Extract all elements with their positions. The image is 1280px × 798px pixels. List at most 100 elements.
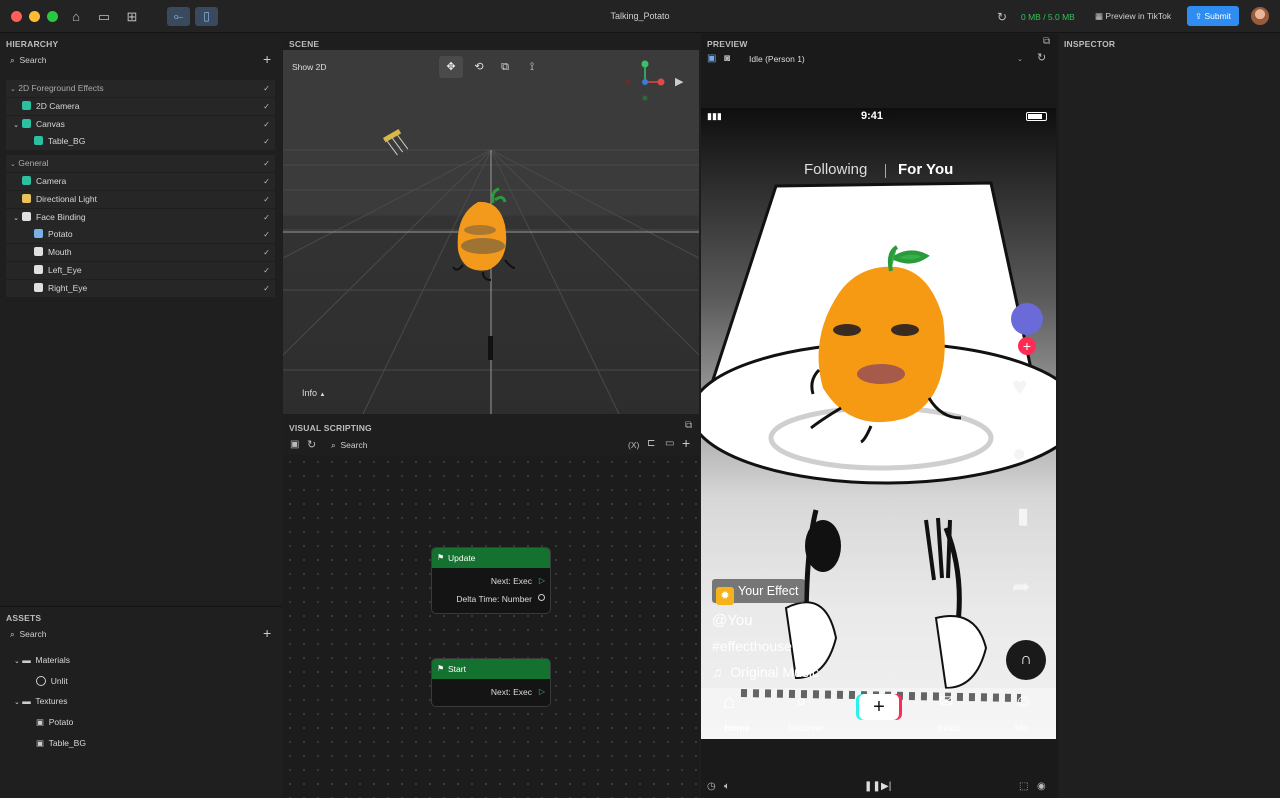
like-heart-icon[interactable]: ♥	[1012, 371, 1027, 402]
for-you-tab[interactable]: For You	[898, 161, 953, 178]
hashtag[interactable]: #effecthouse	[712, 638, 792, 654]
next-frame-icon[interactable]: ▶|	[881, 781, 891, 792]
maximize-window-button[interactable]	[47, 11, 58, 22]
add-asset-button[interactable]: +	[263, 625, 271, 641]
hierarchy-item[interactable]: Mouth ✓	[6, 244, 275, 262]
visibility-check-icon[interactable]: ✓	[263, 116, 270, 133]
visual-scripting-search[interactable]: ⌕ Search	[331, 440, 367, 451]
popout-icon[interactable]: ⧉	[685, 420, 692, 431]
camera-view-icon[interactable]: ▶	[675, 75, 683, 88]
home-icon[interactable]: ⌂	[723, 691, 735, 714]
exec-port-icon[interactable]: ▷	[539, 687, 545, 696]
transform-tool-icon[interactable]: ⟟	[522, 56, 542, 78]
hierarchy-item[interactable]: Table_BG ✓	[6, 133, 275, 151]
visibility-check-icon[interactable]: ✓	[263, 133, 270, 150]
search-icon[interactable]: ⌕	[796, 691, 807, 713]
hierarchy-item[interactable]: Right_Eye ✓	[6, 279, 275, 297]
hierarchy-search[interactable]: ⌕ Search	[10, 55, 46, 66]
visibility-check-icon[interactable]: ✓	[263, 262, 270, 279]
visibility-check-icon[interactable]: ✓	[263, 98, 270, 115]
camera-icon[interactable]: ◙	[724, 53, 730, 64]
share-icon[interactable]: ➦	[1012, 574, 1030, 600]
create-plus-button[interactable]: +	[859, 694, 899, 720]
show-2d-toggle[interactable]: Show 2D	[292, 62, 327, 72]
hierarchy-item[interactable]: Potato ✓	[6, 226, 275, 244]
visibility-check-icon[interactable]: ✓	[263, 155, 270, 172]
popout-icon[interactable]: ⧉	[1043, 36, 1050, 47]
nav-discover[interactable]: Discover	[785, 723, 827, 733]
visibility-check-icon[interactable]: ✓	[263, 209, 270, 226]
scene-viewport[interactable]: Show 2D ✥ ⟲ ⧉ ⟟ ▶ Info ▲	[283, 50, 699, 414]
pause-icon[interactable]: ❚❚	[864, 781, 881, 792]
profile-icon[interactable]: ☺	[1014, 691, 1032, 712]
asset-item[interactable]: Unlit	[36, 673, 68, 689]
record-icon[interactable]: ◉	[1037, 781, 1046, 792]
avatar[interactable]	[1251, 7, 1269, 25]
asset-item[interactable]: ▣ Potato	[36, 714, 73, 730]
speed-icon[interactable]: ◷	[707, 781, 716, 792]
hierarchy-item[interactable]: ⌄ Canvas ✓	[6, 115, 275, 133]
exec-port-icon[interactable]: ▷	[539, 576, 545, 585]
chevron-down-icon[interactable]: ⌄	[14, 699, 20, 706]
nav-home[interactable]: Home	[723, 723, 751, 733]
node-view-button[interactable]: ⟜	[167, 7, 190, 26]
minimize-window-button[interactable]	[29, 11, 40, 22]
assets-search[interactable]: ⌕ Search	[10, 629, 46, 640]
asset-item[interactable]: ⌄ ▬ Materials	[14, 652, 70, 668]
music-label[interactable]: ♫ Original Music	[712, 664, 819, 680]
device-icon[interactable]: ▣	[707, 53, 716, 64]
reset-icon[interactable]: ↻	[1037, 51, 1046, 64]
person-select[interactable]: Idle (Person 1) ⌄	[745, 52, 1027, 67]
preview-in-tiktok-button[interactable]: ▦ Preview in TikTok	[1095, 11, 1171, 22]
crop-icon[interactable]: ⬚	[1019, 781, 1028, 792]
visibility-check-icon[interactable]: ✓	[263, 244, 270, 261]
visibility-check-icon[interactable]: ✓	[263, 173, 270, 190]
hierarchy-item[interactable]: ⌄ Face Binding ✓	[6, 208, 275, 226]
move-tool-icon[interactable]: ✥	[439, 56, 463, 78]
close-window-button[interactable]	[11, 11, 22, 22]
visibility-check-icon[interactable]: ✓	[263, 280, 270, 297]
number-port-icon[interactable]	[538, 594, 545, 601]
rotate-tool-icon[interactable]: ⟲	[469, 56, 489, 78]
chevron-down-icon[interactable]: ⌄	[13, 215, 19, 222]
nav-me[interactable]: Me	[1009, 723, 1033, 733]
comment-icon[interactable]: ●	[1012, 440, 1027, 468]
update-node-header[interactable]: ⚑ Update	[432, 548, 550, 568]
axis-gizmo-icon[interactable]	[623, 58, 671, 102]
info-toggle[interactable]: Info ▲	[302, 388, 325, 398]
window-icon[interactable]: ▭	[665, 438, 674, 449]
hierarchy-item[interactable]: Left_Eye ✓	[6, 262, 275, 279]
start-node-header[interactable]: ⚑ Start	[432, 659, 550, 679]
update-node[interactable]: ⚑ Update Next: Exec ▷ Delta Time: Number	[431, 547, 551, 614]
layout-icon[interactable]: ▭	[95, 8, 113, 26]
refresh-icon[interactable]: ↻	[993, 8, 1011, 26]
nav-inbox[interactable]: Inbox	[933, 723, 965, 733]
hierarchy-group[interactable]: ⌄ 2D Foreground Effects ✓	[6, 80, 275, 97]
music-disc-icon[interactable]: ∩	[1006, 640, 1046, 680]
following-tab[interactable]: Following	[804, 161, 867, 178]
hierarchy-item[interactable]: 2D Camera ✓	[6, 97, 275, 115]
visibility-check-icon[interactable]: ✓	[263, 191, 270, 208]
phone-view-button[interactable]: ▯	[195, 7, 218, 26]
chevron-down-icon[interactable]: ⌄	[6, 86, 16, 93]
node-graph-canvas[interactable]	[283, 455, 699, 798]
inbox-icon[interactable]: ✉	[939, 692, 953, 712]
home-icon[interactable]: ⌂	[67, 8, 85, 26]
variables-button[interactable]: (X)	[628, 440, 639, 450]
hierarchy-item[interactable]: Directional Light ✓	[6, 190, 275, 208]
asset-item[interactable]: ▣ Table_BG	[36, 735, 86, 751]
add-node-button[interactable]: +	[682, 435, 690, 451]
effect-tag[interactable]: ✹ Your Effect	[712, 579, 806, 605]
visibility-check-icon[interactable]: ✓	[263, 80, 270, 97]
panel-layout-icon[interactable]: ▣	[290, 439, 299, 450]
creator-avatar[interactable]	[1011, 303, 1043, 335]
grid-icon[interactable]: ⊞	[123, 8, 141, 26]
bookmark-icon[interactable]: ▮	[1017, 503, 1029, 529]
chevron-down-icon[interactable]: ⌄	[14, 658, 20, 665]
start-node[interactable]: ⚑ Start Next: Exec ▷	[431, 658, 551, 707]
follow-plus-icon[interactable]: +	[1018, 337, 1036, 355]
asset-item[interactable]: ⌄ ▬ Textures	[14, 693, 67, 709]
submit-button[interactable]: ⇪ Submit	[1187, 6, 1239, 26]
volume-icon[interactable]: 🔈︎	[724, 781, 730, 792]
visibility-check-icon[interactable]: ✓	[263, 226, 270, 243]
